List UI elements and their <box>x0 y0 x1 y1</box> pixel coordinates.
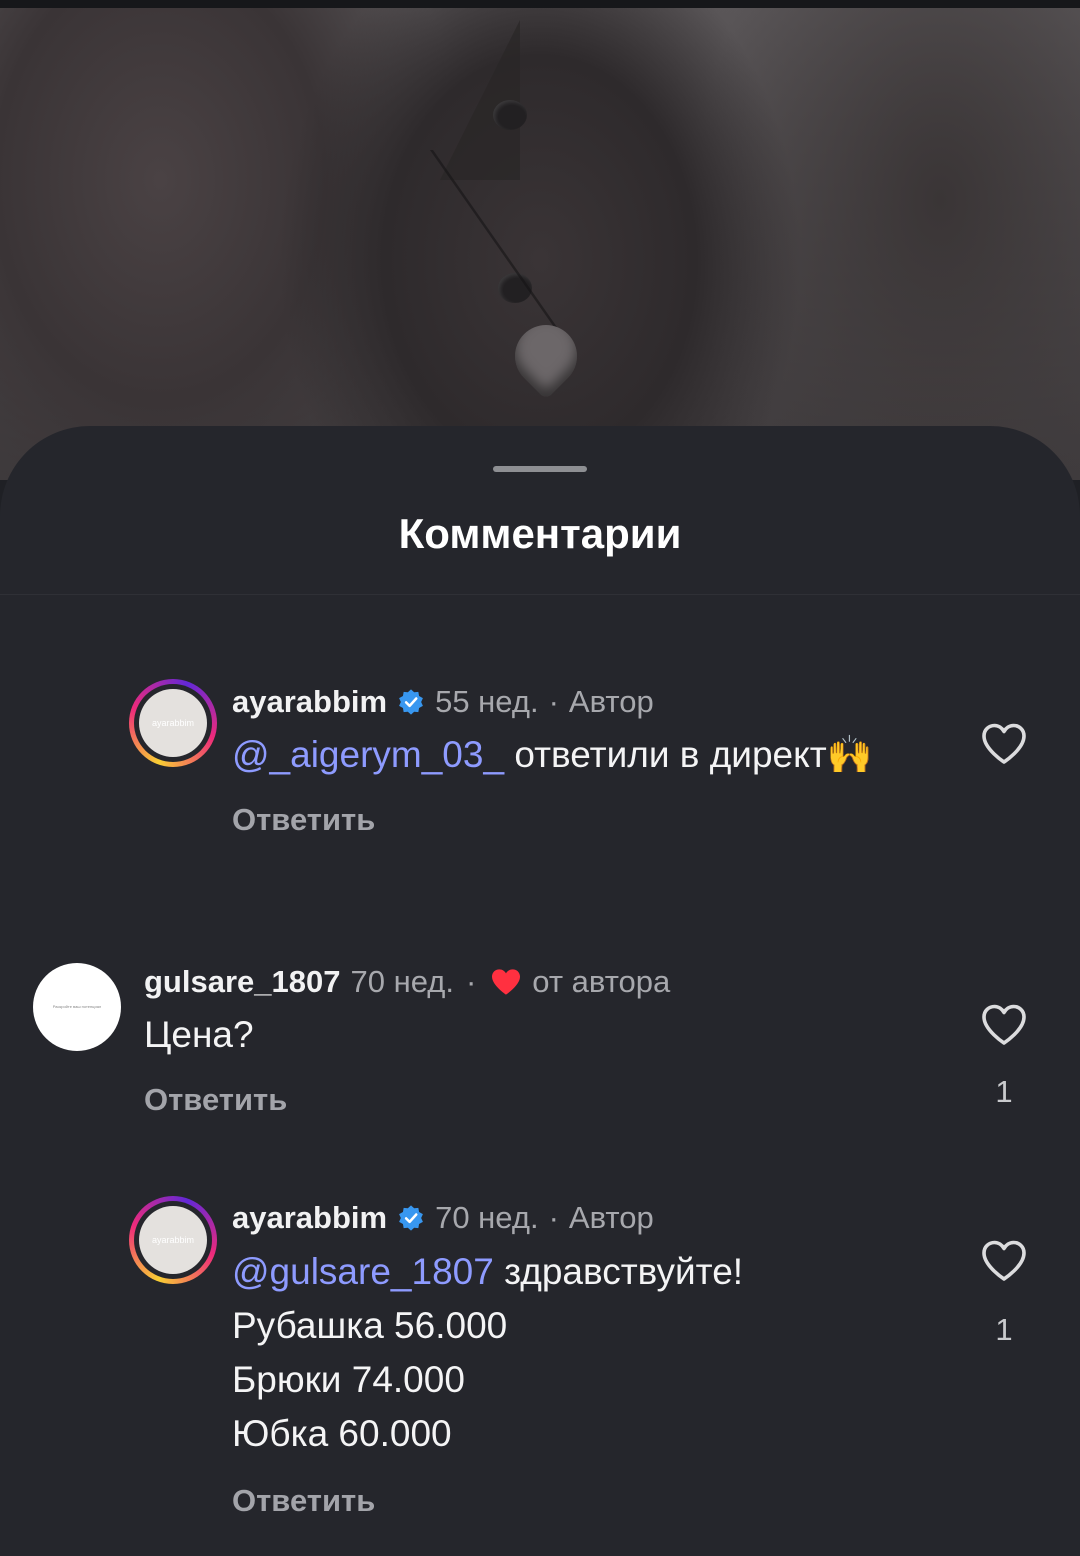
author-tag: Автор <box>568 684 654 719</box>
comment-text: @gulsare_1807 здравствуйте! Рубашка 56.0… <box>232 1245 743 1461</box>
sheet-title: Комментарии <box>398 510 682 557</box>
avatar-story-ring[interactable]: ayarabbim <box>129 1196 217 1284</box>
meta-separator: · <box>548 1200 559 1235</box>
avatar: ayarabbim <box>139 689 207 757</box>
comment-text: @_aigerym_03_ ответили в директ🙌 <box>232 728 873 782</box>
avatar[interactable]: Раскройте ваш потенциал <box>33 963 121 1051</box>
comment-body: ответили в директ🙌 <box>504 734 873 775</box>
sheet-grabber-handle[interactable] <box>493 466 587 472</box>
heart-filled-icon <box>492 969 521 995</box>
comments-sheet: Комментарии ayarabbim ayarabbim 55 нед. … <box>0 426 1080 1556</box>
post-photo-background <box>0 0 1080 480</box>
like-count: 1 <box>995 1312 1013 1347</box>
reply-button[interactable]: Ответить <box>144 1082 287 1118</box>
price-line: Брюки 74.000 <box>232 1359 465 1400</box>
reply-button[interactable]: Ответить <box>232 802 375 838</box>
meta-separator: · <box>465 964 477 999</box>
price-line: Рубашка 56.000 <box>232 1305 508 1346</box>
heart-outline-icon[interactable] <box>980 722 1028 766</box>
price-line: Юбка 60.000 <box>232 1413 452 1454</box>
screen: Комментарии ayarabbim ayarabbim 55 нед. … <box>0 0 1080 1556</box>
avatar: ayarabbim <box>139 1206 207 1274</box>
top-bar <box>0 0 1080 8</box>
comment-meta: ayarabbim 70 нед. · Автор <box>232 1200 654 1236</box>
reply-button[interactable]: Ответить <box>232 1483 375 1519</box>
comment-body: здравствуйте! <box>493 1251 744 1292</box>
author-tag: Автор <box>568 1200 654 1235</box>
username[interactable]: ayarabbim <box>232 684 387 720</box>
comment-time: 70 нед. <box>435 1200 539 1235</box>
heart-outline-icon[interactable] <box>980 1003 1028 1047</box>
shirt-button <box>493 100 527 130</box>
comment-text: Цена? <box>144 1014 254 1055</box>
avatar-story-ring[interactable]: ayarabbim <box>129 679 217 767</box>
heart-outline-icon[interactable] <box>980 1239 1028 1283</box>
verified-badge-icon <box>399 1205 423 1231</box>
username[interactable]: ayarabbim <box>232 1200 387 1236</box>
mention-link[interactable]: @_aigerym_03_ <box>232 734 504 775</box>
comment-meta: gulsare_1807 70 нед. · от автора <box>144 964 670 1000</box>
divider <box>0 594 1080 595</box>
comment-time: 55 нед. <box>435 684 539 719</box>
liked-by-author-label: от автора <box>532 964 671 999</box>
comment-meta: ayarabbim 55 нед. · Автор <box>232 684 654 720</box>
verified-badge-icon <box>399 689 423 715</box>
comment-time: 70 нед. <box>350 964 454 999</box>
meta-separator: · <box>548 684 559 719</box>
necklace-cord <box>430 150 794 350</box>
like-count: 1 <box>995 1074 1013 1109</box>
mention-link[interactable]: @gulsare_1807 <box>232 1251 494 1292</box>
username[interactable]: gulsare_1807 <box>144 964 340 1000</box>
